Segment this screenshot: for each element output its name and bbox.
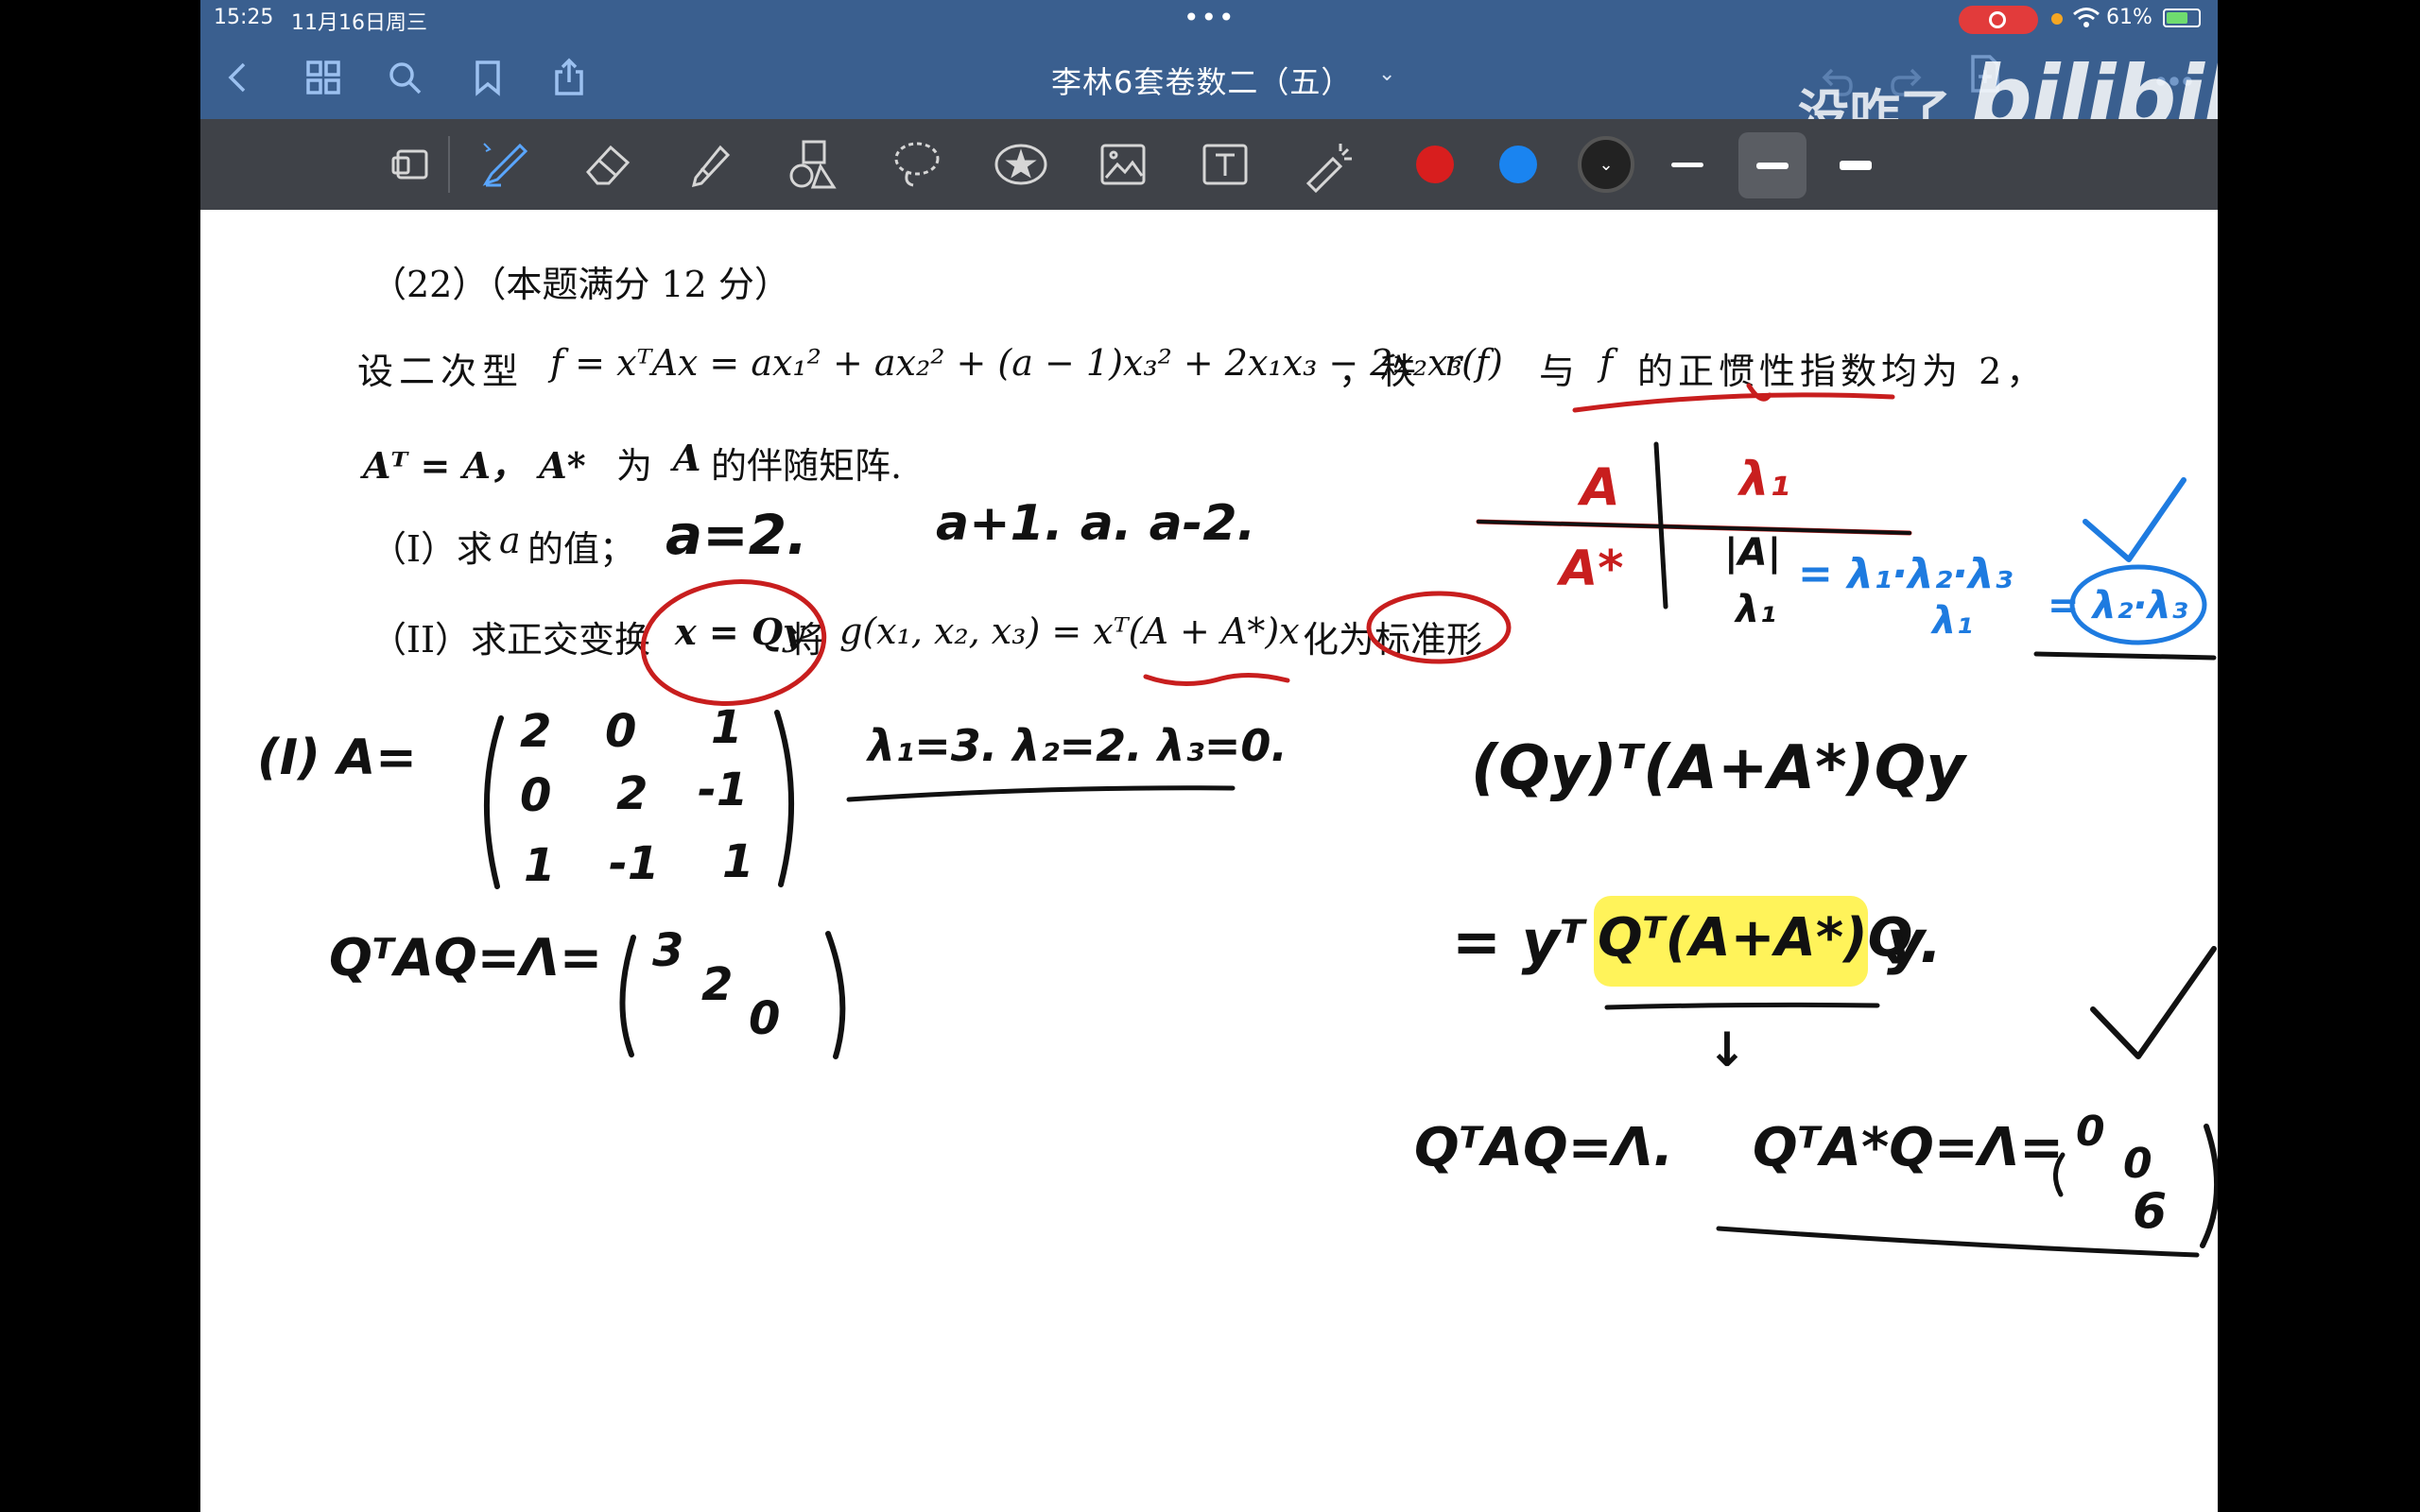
laser-pointer-icon[interactable] — [1299, 136, 1356, 193]
bookmark-icon[interactable] — [465, 55, 510, 100]
document-page[interactable]: （22）（本题满分 12 分） 设二次型 f = xᵀAx = ax₁² + a… — [200, 210, 2218, 1512]
wifi-icon — [2072, 6, 2100, 34]
pen-icon[interactable] — [476, 136, 533, 193]
eraser-icon[interactable] — [580, 136, 637, 193]
ink-strokes-layer — [483, 383, 2218, 1258]
screen-recording-icon[interactable] — [1959, 6, 2038, 34]
stroke-width-medium[interactable] — [1756, 163, 1789, 169]
document-title[interactable]: 李林6套卷数二（五） — [1051, 59, 1352, 102]
back-chevron-icon[interactable] — [216, 55, 261, 100]
highlighter-icon[interactable] — [683, 136, 739, 193]
stroke-width-thin[interactable] — [1671, 163, 1703, 167]
lasso-icon[interactable] — [889, 136, 945, 193]
status-date: 11月16日周三 — [291, 11, 427, 35]
chevron-down-icon[interactable]: ⌄ — [1378, 62, 1395, 86]
document-title-bar: 李林6套卷数二（五） ⌄ 没咋了 bilibili — [200, 38, 2218, 148]
page-select-icon[interactable] — [384, 136, 441, 193]
annotation-toolbar: ⌄ — [200, 119, 2218, 210]
mic-indicator-icon — [2051, 13, 2063, 25]
color-red-swatch[interactable] — [1416, 146, 1454, 183]
status-time: 15:25 — [214, 6, 274, 29]
text-box-icon[interactable] — [1197, 136, 1253, 193]
multitask-dots-icon[interactable]: ••• — [1184, 2, 1236, 33]
color-blue-swatch[interactable] — [1499, 146, 1537, 183]
battery-percent: 61% — [2106, 6, 2152, 29]
search-icon[interactable] — [382, 55, 427, 100]
sticker-icon[interactable] — [993, 136, 1049, 193]
color-black-swatch-selected[interactable]: ⌄ — [1578, 136, 1634, 193]
ipad-screen: 15:25 11月16日周三 ••• 61% 李林6套卷数二（五） ⌄ 没咋了 … — [200, 0, 2218, 1512]
shapes-icon[interactable] — [786, 136, 843, 193]
share-icon[interactable] — [546, 55, 592, 100]
battery-icon — [2163, 9, 2201, 27]
toolbar-divider — [448, 136, 450, 193]
thumbnails-grid-icon[interactable] — [301, 55, 346, 100]
status-bar: 15:25 11月16日周三 ••• 61% — [200, 0, 2218, 38]
stroke-width-thick[interactable] — [1840, 161, 1872, 170]
image-icon[interactable] — [1095, 136, 1151, 193]
